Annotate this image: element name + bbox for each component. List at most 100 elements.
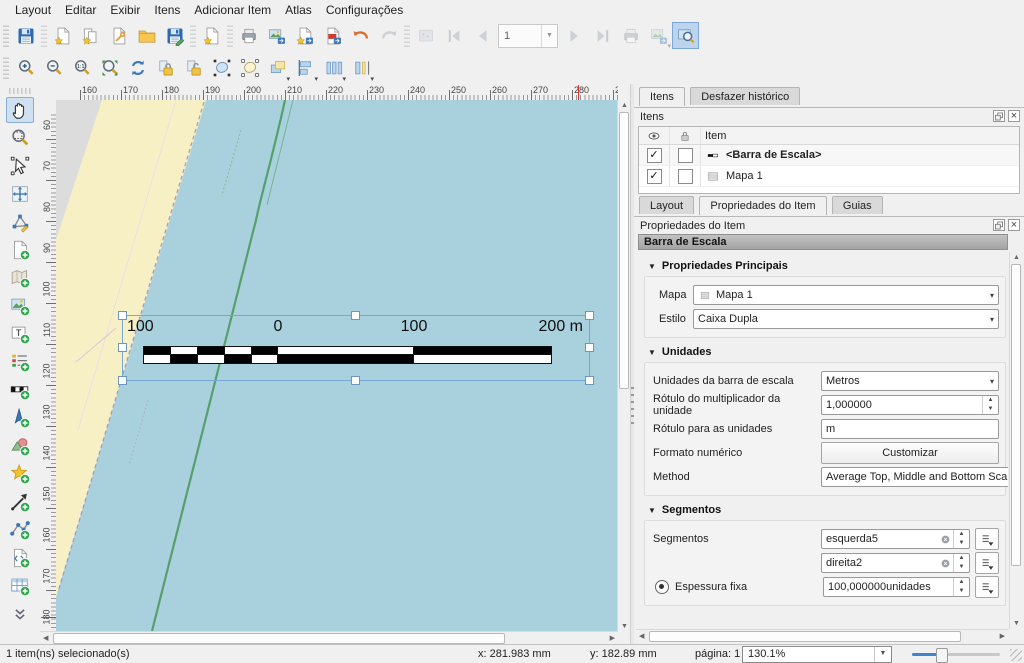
segments-right-spinbox[interactable]: direita2▲▼ xyxy=(821,553,970,573)
raise-items-button[interactable] xyxy=(264,55,291,82)
resize-handle-w[interactable] xyxy=(118,343,127,352)
segments-left-spinbox[interactable]: esquerda5▲▼ xyxy=(821,529,970,549)
lock-items-button[interactable] xyxy=(152,55,179,82)
resize-handle-sw[interactable] xyxy=(118,376,127,385)
redo-button[interactable] xyxy=(375,22,402,49)
save-as-template-button[interactable] xyxy=(161,22,188,49)
menu-configuracoes[interactable]: Configurações xyxy=(319,2,410,18)
menu-editar[interactable]: Editar xyxy=(58,2,103,18)
estilo-combo[interactable]: Caixa Dupla xyxy=(693,309,999,329)
scroll-right-icon[interactable]: ▶ xyxy=(610,635,615,642)
spin-up-icon[interactable]: ▲ xyxy=(983,396,998,405)
data-defined-override-button[interactable] xyxy=(975,528,999,550)
close-icon[interactable] xyxy=(1008,110,1020,122)
properties-horizontal-scrollbar[interactable]: ◀ ▶ xyxy=(636,629,1008,643)
add-shape-button[interactable] xyxy=(6,433,34,459)
clear-icon[interactable] xyxy=(938,530,953,548)
zoom-in-button[interactable] xyxy=(12,55,39,82)
spin-down-icon[interactable]: ▼ xyxy=(954,587,969,596)
menu-atlas[interactable]: Atlas xyxy=(278,2,319,18)
fixed-width-spinbox[interactable]: 100,000000unidades▲▼ xyxy=(823,577,970,597)
close-icon[interactable] xyxy=(1008,219,1020,231)
map-viewport[interactable]: 100 0 100 200 m xyxy=(56,100,618,632)
undo-button[interactable] xyxy=(347,22,374,49)
print-button[interactable] xyxy=(235,22,262,49)
last-feature-button[interactable] xyxy=(589,22,616,49)
visibility-checkbox[interactable]: ✓ xyxy=(647,169,662,184)
resize-handle-ne[interactable] xyxy=(585,311,594,320)
pan-tool[interactable] xyxy=(6,97,34,123)
window-resize-grip[interactable] xyxy=(1010,649,1022,661)
next-feature-button[interactable] xyxy=(561,22,588,49)
scrollbar-thumb[interactable] xyxy=(1011,264,1021,566)
chevron-down-icon[interactable]: ▼ xyxy=(541,25,557,47)
distribute-items-button[interactable] xyxy=(320,55,347,82)
spin-up-icon[interactable]: ▲ xyxy=(954,578,969,587)
add-page-button[interactable] xyxy=(6,237,34,263)
zoom-tool[interactable] xyxy=(6,125,34,151)
toolbar-drag-handle[interactable] xyxy=(3,25,9,47)
resize-handle-se[interactable] xyxy=(585,376,594,385)
add-scalebar-button[interactable] xyxy=(6,377,34,403)
deselect-all-items-button[interactable] xyxy=(236,55,263,82)
add-node-item-button[interactable] xyxy=(6,517,34,543)
add-picture-button[interactable] xyxy=(6,293,34,319)
customize-button[interactable]: Customizar xyxy=(821,442,999,464)
duplicate-layout-button[interactable] xyxy=(77,22,104,49)
zoom-actual-button[interactable] xyxy=(68,55,95,82)
tab-guias[interactable]: Guias xyxy=(832,196,883,214)
units-combo[interactable]: Metros xyxy=(821,371,999,391)
export-image-button[interactable] xyxy=(263,22,290,49)
add-map-button[interactable] xyxy=(6,265,34,291)
tab-layout[interactable]: Layout xyxy=(639,196,694,214)
add-html-button[interactable] xyxy=(6,545,34,571)
chevron-down-icon[interactable]: ▼ xyxy=(874,647,891,662)
add-legend-button[interactable] xyxy=(6,349,34,375)
menu-layout[interactable]: Layout xyxy=(8,2,58,18)
zoom-level-combo[interactable]: 130.1% ▼ xyxy=(742,646,892,663)
align-items-button[interactable] xyxy=(292,55,319,82)
scrollbar-thumb[interactable] xyxy=(53,633,505,644)
clear-icon[interactable] xyxy=(938,554,953,572)
tab-itens[interactable]: Itens xyxy=(639,87,685,106)
more-tools-button[interactable] xyxy=(6,601,34,627)
refresh-view-button[interactable] xyxy=(124,55,151,82)
scroll-down-icon[interactable]: ▼ xyxy=(1013,620,1020,627)
export-pdf-button[interactable] xyxy=(319,22,346,49)
method-combo[interactable]: Average Top, Middle and Bottom Scales xyxy=(821,467,1008,487)
zoom-slider[interactable] xyxy=(912,653,1000,656)
item-row-map[interactable]: ✓ Mapa 1 xyxy=(639,166,1019,187)
add-table-button[interactable] xyxy=(6,573,34,599)
scroll-up-icon[interactable]: ▲ xyxy=(621,102,628,109)
first-feature-button[interactable] xyxy=(440,22,467,49)
scroll-right-icon[interactable]: ▶ xyxy=(1000,633,1005,640)
scroll-left-icon[interactable]: ◀ xyxy=(43,635,48,642)
add-pages-button[interactable] xyxy=(198,22,225,49)
resize-handle-s[interactable] xyxy=(351,376,360,385)
visibility-checkbox[interactable]: ✓ xyxy=(647,148,662,163)
export-atlas-button[interactable] xyxy=(645,22,672,49)
section-propriedades-principais[interactable]: ▼Propriedades Principais xyxy=(648,260,1006,272)
canvas-vertical-scrollbar[interactable]: ▲ ▼ xyxy=(617,100,630,632)
scroll-up-icon[interactable]: ▲ xyxy=(1013,254,1020,261)
tab-propriedades-do-item[interactable]: Propriedades do Item xyxy=(699,196,826,215)
data-defined-override-button[interactable] xyxy=(975,552,999,574)
select-move-item-tool[interactable] xyxy=(6,153,34,179)
resize-handle-nw[interactable] xyxy=(118,311,127,320)
menu-itens[interactable]: Itens xyxy=(147,2,187,18)
properties-vertical-scrollbar[interactable]: ▲ ▼ xyxy=(1009,252,1022,629)
print-atlas-button[interactable] xyxy=(617,22,644,49)
add-north-arrow-button[interactable] xyxy=(6,405,34,431)
lock-checkbox[interactable] xyxy=(678,148,693,163)
mapa-combo[interactable]: Mapa 1 xyxy=(693,285,999,305)
add-label-button[interactable] xyxy=(6,321,34,347)
scroll-down-icon[interactable]: ▼ xyxy=(621,623,628,630)
add-marker-button[interactable] xyxy=(6,461,34,487)
atlas-settings-button[interactable] xyxy=(412,22,439,49)
layout-manager-button[interactable] xyxy=(105,22,132,49)
scrollbar-thumb[interactable] xyxy=(619,112,629,389)
lock-checkbox[interactable] xyxy=(678,169,693,184)
float-panel-icon[interactable] xyxy=(993,110,1005,122)
load-template-button[interactable] xyxy=(133,22,160,49)
tab-desfazer-historico[interactable]: Desfazer histórico xyxy=(690,87,800,105)
